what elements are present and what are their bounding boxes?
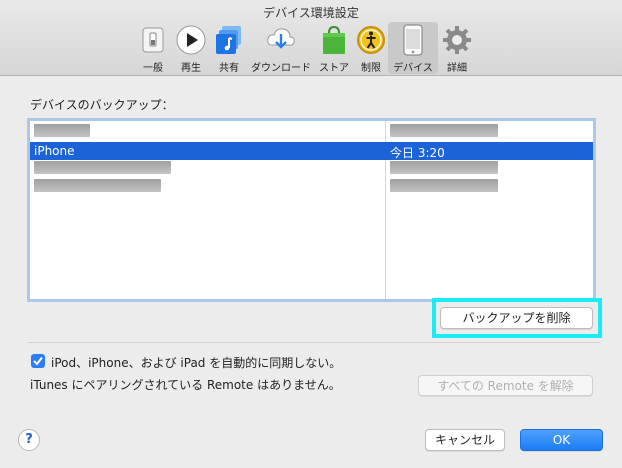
- window-title: デバイス環境設定: [263, 6, 359, 20]
- backup-name: iPhone: [34, 144, 75, 158]
- gear-icon: [442, 24, 472, 56]
- tab-label: 再生: [181, 63, 201, 74]
- tab-label: デバイス: [393, 63, 433, 74]
- sync-checkbox[interactable]: [31, 354, 45, 368]
- redacted-date: [390, 179, 498, 192]
- redacted-name: [34, 124, 90, 137]
- title-bar: デバイス環境設定 一般 再生 共有 ダウンロード ストア 制限 デバイス 詳細: [0, 0, 622, 76]
- music-note-icon: [214, 24, 244, 56]
- delete-backup-button[interactable]: バックアップを削除: [440, 307, 593, 329]
- checkmark-icon: [33, 356, 43, 366]
- backups-heading: デバイスのバックアップ：: [30, 98, 174, 112]
- tab-sharing[interactable]: 共有: [210, 22, 248, 74]
- tab-label: 詳細: [447, 63, 467, 74]
- redacted-name: [34, 179, 161, 192]
- play-icon: [176, 24, 206, 56]
- table-row[interactable]: [30, 161, 593, 179]
- tab-restrictions[interactable]: 制限: [354, 22, 388, 74]
- tab-general[interactable]: 一般: [134, 22, 172, 74]
- tab-label: ダウンロード: [251, 63, 311, 74]
- backup-list[interactable]: iPhone 今日 3:20: [27, 118, 596, 302]
- tab-label: 制限: [361, 63, 381, 74]
- tab-downloads[interactable]: ダウンロード: [248, 22, 314, 74]
- restriction-icon: [356, 24, 386, 56]
- table-row[interactable]: iPhone 今日 3:20: [30, 142, 593, 160]
- iphone-icon: [398, 24, 428, 56]
- remote-status-text: iTunes にペアリングされている Remote はありません。: [30, 378, 341, 392]
- ok-button[interactable]: OK: [520, 429, 603, 451]
- backup-date: 今日 3:20: [390, 146, 445, 160]
- cancel-button[interactable]: キャンセル: [425, 429, 505, 451]
- shopping-bag-icon: [319, 24, 349, 56]
- tab-label: 共有: [219, 63, 239, 74]
- switch-icon: [138, 24, 168, 56]
- redacted-name: [34, 161, 171, 174]
- redacted-date: [390, 161, 498, 174]
- tab-devices[interactable]: デバイス: [388, 22, 438, 74]
- sync-checkbox-label[interactable]: iPod、iPhone、および iPad を自動的に同期しない。: [51, 354, 341, 371]
- help-button[interactable]: ?: [18, 429, 40, 451]
- tab-label: 一般: [143, 63, 163, 74]
- unpair-remotes-button[interactable]: すべての Remote を解除: [418, 375, 593, 396]
- preferences-toolbar: 一般 再生 共有 ダウンロード ストア 制限 デバイス 詳細: [134, 22, 476, 74]
- divider: [28, 342, 600, 343]
- redacted-date: [390, 124, 498, 137]
- tab-advanced[interactable]: 詳細: [438, 22, 476, 74]
- table-row[interactable]: [30, 179, 593, 197]
- tab-playback[interactable]: 再生: [172, 22, 210, 74]
- tab-store[interactable]: ストア: [314, 22, 354, 74]
- table-row[interactable]: [30, 124, 593, 142]
- cloud-download-icon: [266, 24, 296, 56]
- tab-label: ストア: [319, 63, 349, 74]
